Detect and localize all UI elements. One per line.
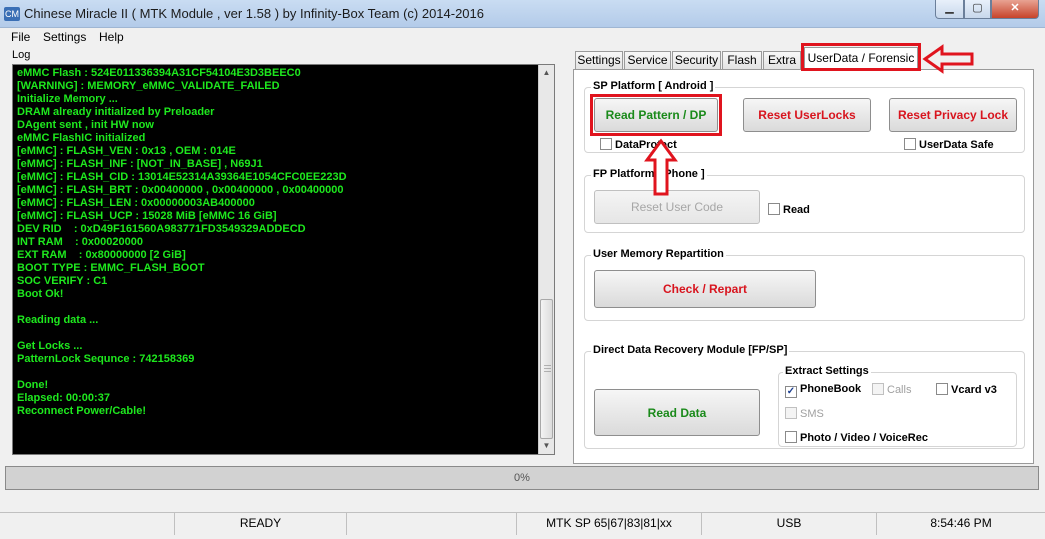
log-line: Elapsed: 00:00:37: [17, 392, 110, 404]
log-line: Boot Ok!: [17, 288, 64, 300]
vcard-label: Vcard v3: [951, 384, 997, 396]
window-title: Chinese Miracle II ( MTK Module , ver 1.…: [24, 6, 485, 21]
status-connection: USB: [701, 513, 876, 535]
log-line: [eMMC] : FLASH_CID : 13014E52314A39364E1…: [17, 171, 347, 183]
tab-userdata-forensic[interactable]: UserData / Forensic: [804, 47, 918, 70]
userdata-forensic-panel: SP Platform [ Android ] Read Pattern / D…: [573, 69, 1034, 464]
log-line: [eMMC] : FLASH_BRT : 0x00400000 , 0x0040…: [17, 184, 344, 196]
log-line: eMMC Flash : 524E011336394A31CF54104E3D3…: [17, 67, 301, 79]
checkbox-icon: [768, 203, 780, 215]
tab-security[interactable]: Security: [672, 51, 721, 69]
app-icon: CM: [4, 7, 20, 21]
log-line: Reading data ...: [17, 314, 99, 326]
log-line: Get Locks ...: [17, 340, 83, 352]
checkbox-icon: [785, 407, 797, 419]
log-line: [eMMC] : FLASH_LEN : 0x00000003AB400000: [17, 197, 255, 209]
tab-extra[interactable]: Extra: [763, 51, 801, 69]
status-bar: READY MTK SP 65|67|83|81|xx USB 8:54:46 …: [0, 512, 1045, 535]
log-line: eMMC FlashIC initialized: [17, 132, 146, 144]
reset-userlocks-button[interactable]: Reset UserLocks: [743, 98, 871, 132]
checkmark-icon: ✓: [785, 386, 797, 398]
read-label: Read: [783, 204, 810, 216]
photo-video-label: Photo / Video / VoiceRec: [800, 432, 928, 444]
progress-bar: 0%: [5, 466, 1039, 490]
log-line: INT RAM : 0x00020000: [17, 236, 143, 248]
checkbox-icon: [904, 138, 916, 150]
menu-file[interactable]: File: [11, 30, 30, 44]
scrollbar-thumb[interactable]: — — —: [540, 299, 553, 439]
scroll-down-arrow-icon[interactable]: ▼: [539, 438, 554, 454]
phonebook-label: PhoneBook: [800, 383, 862, 395]
log-line: [eMMC] : FLASH_UCP : 15028 MiB [eMMC 16 …: [17, 210, 277, 222]
user-memory-title: User Memory Repartition: [591, 248, 726, 260]
log-line: Reconnect Power/Cable!: [17, 405, 146, 417]
log-line: SOC VERIFY : C1: [17, 275, 108, 287]
menu-settings[interactable]: Settings: [43, 30, 86, 44]
log-line: EXT RAM : 0x80000000 [2 GiB]: [17, 249, 186, 261]
log-output: eMMC Flash : 524E011336394A31CF54104E3D3…: [17, 67, 537, 452]
userdata-safe-checkbox[interactable]: UserData Safe: [904, 138, 994, 151]
tab-settings[interactable]: Settings: [575, 51, 623, 69]
read-pattern-dp-button[interactable]: Read Pattern / DP: [594, 98, 718, 132]
status-clock: 8:54:46 PM: [876, 513, 1045, 535]
log-panel: eMMC Flash : 524E011336394A31CF54104E3D3…: [12, 64, 555, 455]
direct-data-recovery-title: Direct Data Recovery Module [FP/SP]: [591, 344, 790, 356]
log-label: Log: [12, 49, 31, 61]
log-line: Initialize Memory ...: [17, 93, 118, 105]
sms-label: SMS: [800, 408, 824, 420]
log-line: DEV RID : 0xD49F161560A983771FD3549329AD…: [17, 223, 306, 235]
read-data-button[interactable]: Read Data: [594, 389, 760, 436]
sp-platform-title: SP Platform [ Android ]: [591, 80, 716, 92]
menu-help[interactable]: Help: [99, 30, 124, 44]
userdata-safe-label: UserData Safe: [919, 139, 994, 151]
photo-video-checkbox[interactable]: Photo / Video / VoiceRec: [785, 431, 928, 444]
vcard-checkbox[interactable]: Vcard v3: [936, 383, 997, 396]
reset-privacy-lock-button[interactable]: Reset Privacy Lock: [889, 98, 1017, 132]
tab-flash[interactable]: Flash: [722, 51, 762, 69]
status-ready: READY: [174, 513, 346, 535]
maximize-button[interactable]: ▢: [964, 0, 991, 19]
minimize-button[interactable]: ▁: [935, 0, 964, 19]
checkbox-icon: [785, 431, 797, 443]
log-line: [eMMC] : FLASH_INF : [NOT_IN_BASE] , N69…: [17, 158, 263, 170]
log-line: [WARNING] : MEMORY_eMMC_VALIDATE_FAILED: [17, 80, 280, 92]
checkbox-icon: [600, 138, 612, 150]
log-line: DRAM already initialized by Preloader: [17, 106, 215, 118]
log-scrollbar[interactable]: ▲ — — — ▼: [538, 65, 554, 454]
menu-bar: File Settings Help: [0, 28, 1045, 47]
checkbox-icon: [936, 383, 948, 395]
log-line: PatternLock Sequnce : 742158369: [17, 353, 195, 365]
status-empty: [346, 513, 516, 535]
log-line: [eMMC] : FLASH_VEN : 0x13 , OEM : 014E: [17, 145, 236, 157]
check-repart-button[interactable]: Check / Repart: [594, 270, 816, 308]
calls-label: Calls: [887, 384, 912, 396]
annotation-arrow-up-icon: [644, 138, 678, 196]
scroll-up-arrow-icon[interactable]: ▲: [539, 65, 554, 81]
tab-service[interactable]: Service: [624, 51, 671, 69]
status-platform: MTK SP 65|67|83|81|xx: [516, 513, 701, 535]
grip-icon: — — —: [544, 362, 551, 375]
read-checkbox[interactable]: Read: [768, 203, 810, 216]
calls-checkbox[interactable]: Calls: [872, 383, 911, 396]
phonebook-checkbox[interactable]: ✓ PhoneBook: [785, 383, 861, 398]
title-bar: CM Chinese Miracle II ( MTK Module , ver…: [0, 0, 1045, 28]
sms-checkbox[interactable]: SMS: [785, 407, 824, 420]
close-button[interactable]: ✕: [991, 0, 1039, 19]
log-line: Done!: [17, 379, 49, 391]
log-line: DAgent sent , init HW now: [17, 119, 154, 131]
annotation-arrow-left-icon: [922, 44, 974, 74]
log-line: BOOT TYPE : EMMC_FLASH_BOOT: [17, 262, 205, 274]
checkbox-icon: [872, 383, 884, 395]
extract-settings-title: Extract Settings: [783, 365, 871, 377]
